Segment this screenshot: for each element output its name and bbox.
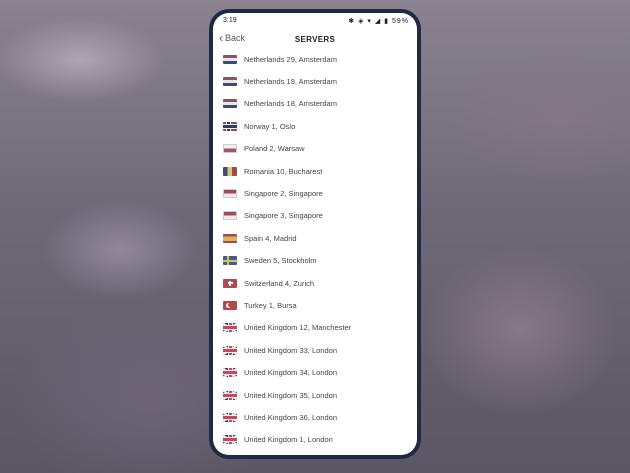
status-icons: ✱ ◈ ▾ ◢ ▮ 59%: [348, 18, 409, 25]
server-name: Spain 4, Madrid: [244, 233, 297, 243]
server-list-item[interactable]: United Kingdom 35, London: [213, 385, 417, 405]
server-list-item[interactable]: Netherlands 29, Amsterdam: [213, 49, 417, 69]
server-name: Romania 10, Bucharest: [244, 166, 323, 176]
server-name: Netherlands 19, Amsterdam: [244, 76, 337, 86]
phone-screen: 3:19 ✱ ◈ ▾ ◢ ▮ 59% ‹ Back SERVERS Nether…: [213, 13, 417, 455]
flag-no-icon: [223, 121, 237, 131]
server-list-item[interactable]: United Kingdom 34, London: [213, 363, 417, 383]
server-list-item[interactable]: United Kingdom 1, London: [213, 430, 417, 450]
server-name: United Kingdom 35, London: [244, 390, 337, 400]
phone-frame: 3:19 ✱ ◈ ▾ ◢ ▮ 59% ‹ Back SERVERS Nether…: [209, 9, 421, 459]
flag-pl-icon: [223, 144, 237, 154]
flag-es-icon: [223, 233, 237, 243]
server-list-item[interactable]: Singapore 3, Singapore: [213, 206, 417, 226]
server-list-item[interactable]: Romania 10, Bucharest: [213, 161, 417, 181]
server-name: Netherlands 29, Amsterdam: [244, 54, 337, 64]
server-name: United Kingdom 12, Manchester: [244, 323, 352, 333]
server-name: Turkey 1, Bursa: [244, 300, 297, 310]
server-name: Netherlands 18, Amsterdam: [244, 99, 337, 109]
flag-ch-icon: [223, 278, 237, 288]
flag-gb-icon: [223, 435, 237, 445]
server-list-item[interactable]: Switzerland 4, Zurich: [213, 273, 417, 293]
flag-sg-icon: [223, 188, 237, 198]
flag-sg-icon: [223, 211, 237, 221]
flag-se-icon: [223, 256, 237, 266]
server-list-item[interactable]: Norway 1, Oslo: [213, 116, 417, 136]
server-name: Norway 1, Oslo: [244, 121, 296, 131]
flag-nl-icon: [223, 99, 237, 109]
header-bar: ‹ Back SERVERS: [213, 30, 417, 50]
server-list-item[interactable]: Turkey 1, Bursa: [213, 295, 417, 315]
server-name: Singapore 3, Singapore: [244, 211, 323, 221]
server-list-item[interactable]: Netherlands 18, Amsterdam: [213, 94, 417, 114]
server-list-item[interactable]: Poland 2, Warsaw: [213, 139, 417, 159]
server-list-item[interactable]: United Kingdom 12, Manchester: [213, 318, 417, 338]
flag-gb-icon: [223, 368, 237, 378]
server-list-item[interactable]: United Kingdom 33, London: [213, 340, 417, 360]
flag-tr-icon: [223, 300, 237, 310]
server-name: Switzerland 4, Zurich: [244, 278, 315, 288]
flag-ro-icon: [223, 166, 237, 176]
server-list-item[interactable]: Singapore 2, Singapore: [213, 183, 417, 203]
server-list-item[interactable]: Netherlands 19, Amsterdam: [213, 71, 417, 91]
server-list-item[interactable]: Sweden 5, Stockholm: [213, 251, 417, 271]
page-title: SERVERS: [294, 35, 336, 44]
server-list-item[interactable]: United Kingdom 36, London: [213, 407, 417, 427]
flag-gb-icon: [223, 390, 237, 400]
flag-gb-icon: [223, 323, 237, 333]
status-time: 3:19: [223, 17, 237, 24]
server-name: United Kingdom 1, London: [244, 435, 333, 445]
server-name: Sweden 5, Stockholm: [244, 256, 317, 266]
flag-nl-icon: [223, 54, 237, 64]
server-name: United Kingdom 34, London: [244, 368, 337, 378]
server-name: United Kingdom 36, London: [244, 412, 337, 422]
server-list-item[interactable]: Spain 4, Madrid: [213, 228, 417, 248]
server-name: United Kingdom 33, London: [244, 345, 337, 355]
flag-gb-icon: [223, 345, 237, 355]
status-bar: 3:19 ✱ ◈ ▾ ◢ ▮ 59%: [213, 13, 417, 29]
server-name: Singapore 2, Singapore: [244, 188, 323, 198]
flag-gb-icon: [223, 412, 237, 422]
flag-nl-icon: [223, 76, 237, 86]
server-name: Poland 2, Warsaw: [244, 144, 305, 154]
